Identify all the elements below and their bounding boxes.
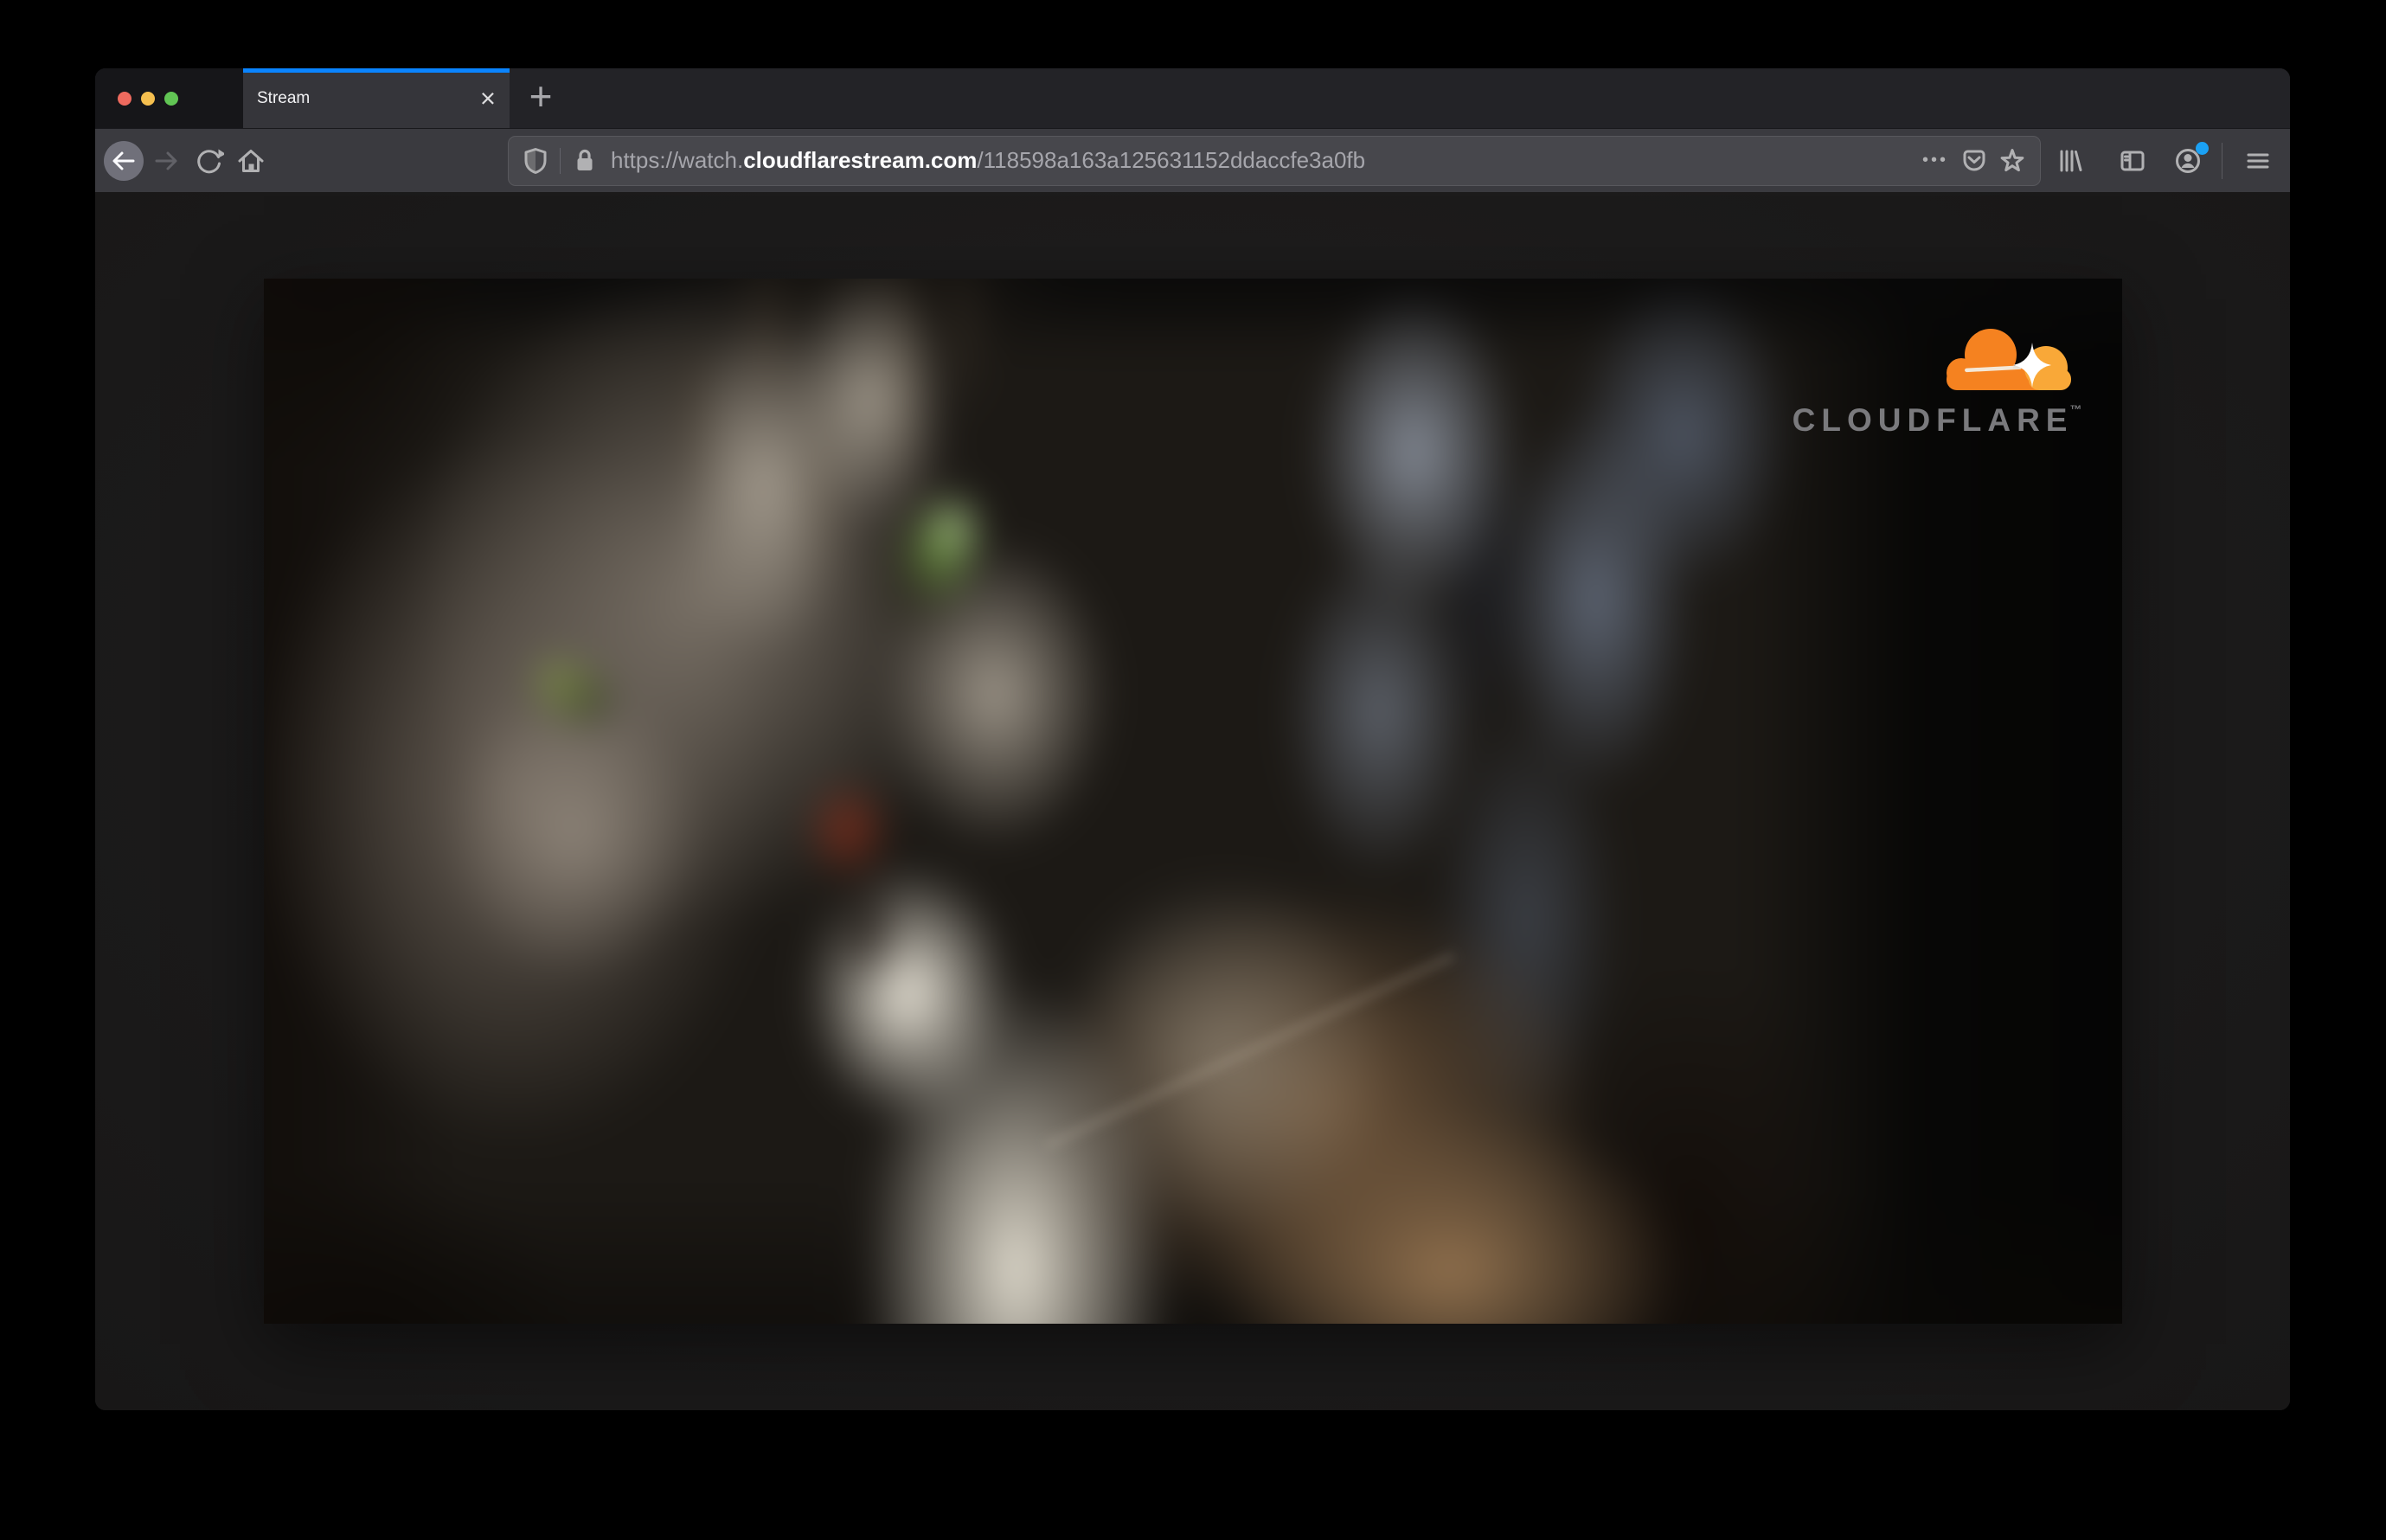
library-icon [2060, 150, 2082, 171]
forward-button[interactable] [146, 141, 186, 181]
tab-close-icon[interactable]: × [477, 85, 499, 112]
cloudflare-brand-text: CLOUDFLARE [1792, 402, 2074, 438]
video-player[interactable]: CLOUDFLARE™ [263, 279, 2122, 1324]
new-tab-button[interactable]: + [510, 68, 572, 128]
home-button[interactable] [231, 141, 271, 181]
window-controls [95, 68, 243, 128]
url-path: /118598a163a125631152ddaccfe3a0fb [977, 147, 1366, 173]
tab-bar-spacer [572, 68, 2290, 128]
screenshot-canvas: { "window": { "app": "browser", "active_… [0, 0, 2386, 1540]
bookmark-star-button[interactable] [1993, 142, 2031, 180]
reload-button[interactable] [189, 141, 228, 181]
minimize-window-button[interactable] [141, 91, 155, 106]
back-arrow-icon [112, 151, 135, 170]
cloudflare-wordmark: CLOUDFLARE™ [1793, 402, 2082, 439]
tab-bar: Stream × + [95, 68, 2290, 128]
trademark-symbol: ™ [2069, 402, 2082, 416]
forward-arrow-icon [155, 151, 177, 170]
home-icon [238, 149, 264, 172]
star-icon [2000, 148, 2024, 171]
pocket-icon [1963, 150, 1985, 170]
sidebar-toggle-button[interactable] [2113, 141, 2152, 181]
url-bar[interactable]: https://watch.cloudflarestream.com/11859… [508, 135, 2041, 186]
pocket-button[interactable] [1955, 142, 1993, 180]
navigation-toolbar: https://watch.cloudflarestream.com/11859… [95, 128, 2290, 192]
url-bar-divider [560, 147, 561, 174]
tracking-protection-shield-icon[interactable] [520, 145, 551, 176]
library-button[interactable] [2049, 141, 2089, 181]
zoom-window-button[interactable] [164, 91, 178, 106]
notification-dot [2196, 141, 2209, 155]
lock-icon[interactable] [569, 145, 600, 176]
tab-title: Stream [257, 88, 311, 107]
page-actions-button[interactable]: ••• [1922, 151, 1948, 170]
page-content: CLOUDFLARE™ [95, 192, 2290, 1410]
close-window-button[interactable] [118, 91, 131, 106]
plus-icon: + [529, 73, 553, 119]
url-scheme-subdomain: https://watch. [611, 147, 744, 173]
reload-icon [197, 149, 224, 173]
cloudflare-cloud-icon [1946, 329, 2071, 390]
sidebar-icon [2120, 151, 2145, 170]
url-text[interactable]: https://watch.cloudflarestream.com/11859… [611, 147, 1922, 174]
tab-stream[interactable]: Stream × [243, 68, 510, 128]
menu-button[interactable] [2238, 141, 2278, 181]
account-button[interactable] [2168, 141, 2209, 181]
browser-window: Stream × + https://watch.cloudflarestrea… [95, 68, 2290, 1410]
back-button[interactable] [104, 140, 144, 181]
cloudflare-watermark: CLOUDFLARE™ [1793, 324, 2082, 439]
url-domain: cloudflarestream.com [743, 147, 978, 173]
hamburger-menu-icon [2247, 153, 2269, 168]
